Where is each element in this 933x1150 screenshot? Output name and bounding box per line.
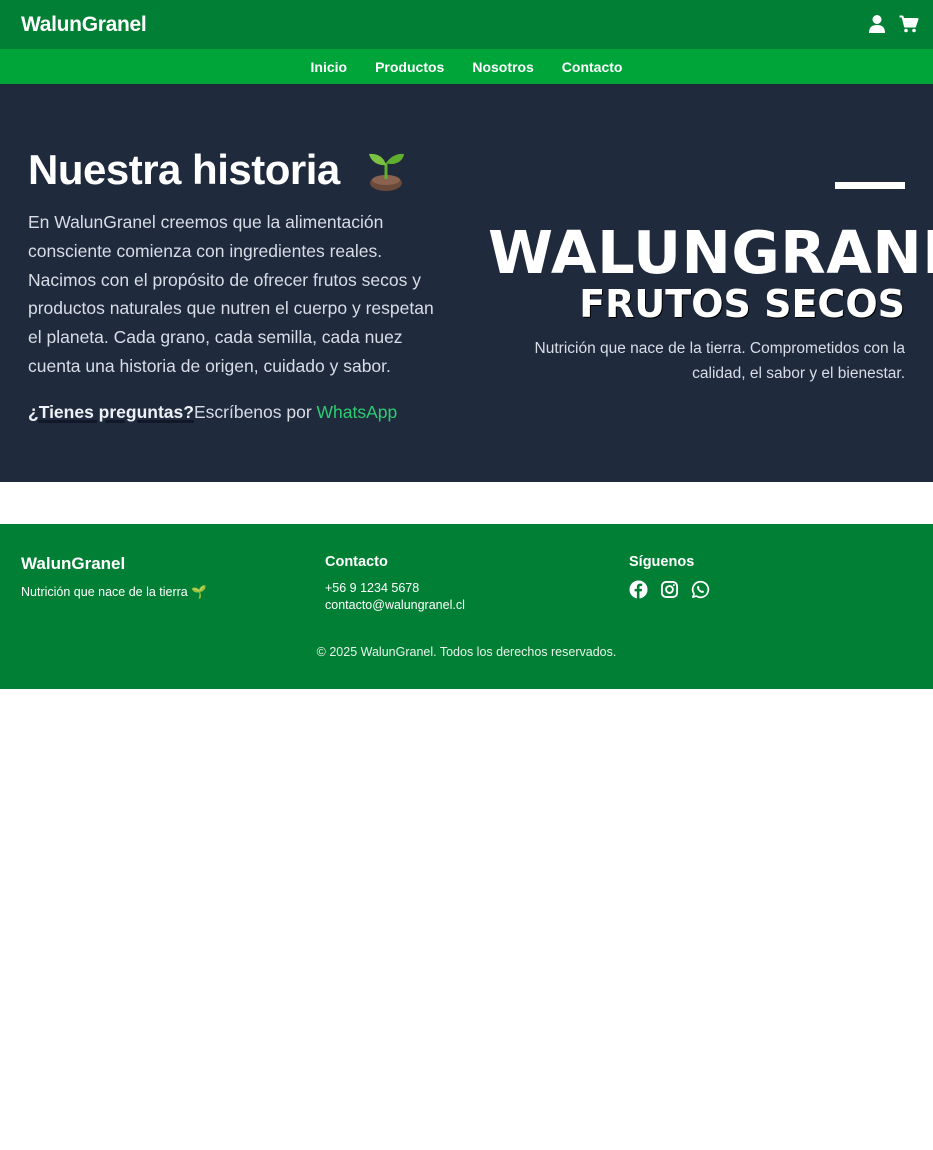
footer-brand-column: WalunGranel Nutrición que nace de la tie… [21, 554, 207, 601]
footer-brand: WalunGranel [21, 554, 126, 573]
brand-logo[interactable]: WalunGranel [21, 13, 147, 37]
user-icon[interactable] [867, 14, 887, 34]
header-actions [867, 14, 919, 34]
main-nav: Inicio Productos Nosotros Contacto [0, 49, 933, 84]
footer-phone[interactable]: +56 9 1234 5678 [325, 580, 465, 597]
footer-social-title: Síguenos [629, 554, 695, 570]
nav-item-nosotros[interactable]: Nosotros [472, 59, 533, 75]
site-footer: WalunGranel Nutrición que nace de la tie… [0, 524, 933, 689]
sprout-icon [363, 146, 409, 192]
question-label: ¿Tienes preguntas? [28, 402, 194, 422]
nav-item-contacto[interactable]: Contacto [562, 59, 623, 75]
instagram-icon[interactable] [660, 580, 679, 599]
hero-section: Nuestra historia En WalunGranel creemos … [0, 84, 933, 482]
footer-contact-title: Contacto [325, 554, 388, 570]
accent-bar [835, 182, 905, 189]
nav-item-inicio[interactable]: Inicio [311, 59, 348, 75]
hero-subheading: FRUTOS SECOS [579, 282, 905, 326]
footer-social-column: Síguenos [629, 554, 710, 599]
social-links [629, 580, 710, 599]
top-header: WalunGranel [0, 0, 933, 49]
footer-tagline: Nutrición que nace de la tierra 🌱 [21, 585, 207, 599]
copyright-text: © 2025 WalunGranel. Todos los derechos r… [316, 645, 617, 659]
footer-contact-column: Contacto +56 9 1234 5678 contacto@walung… [325, 554, 465, 614]
footer-email[interactable]: contacto@walungranel.cl [325, 597, 465, 614]
question-rest: Escríbenos por [193, 402, 317, 422]
hero-brand-heading: WALUNGRANEL [488, 218, 933, 287]
nav-item-productos[interactable]: Productos [375, 59, 444, 75]
whatsapp-icon[interactable] [691, 580, 710, 599]
whatsapp-link[interactable]: WhatsApp [317, 402, 398, 422]
cart-icon[interactable] [899, 14, 919, 34]
hero-tagline: Nutrición que nace de la tierra. Comprom… [534, 340, 905, 382]
contact-prompt: ¿Tienes preguntas?Escríbenos por WhatsAp… [28, 402, 397, 423]
page-title: Nuestra historia [28, 146, 340, 193]
story-paragraph: En WalunGranel creemos que la alimentaci… [28, 212, 434, 376]
facebook-icon[interactable] [629, 580, 648, 599]
